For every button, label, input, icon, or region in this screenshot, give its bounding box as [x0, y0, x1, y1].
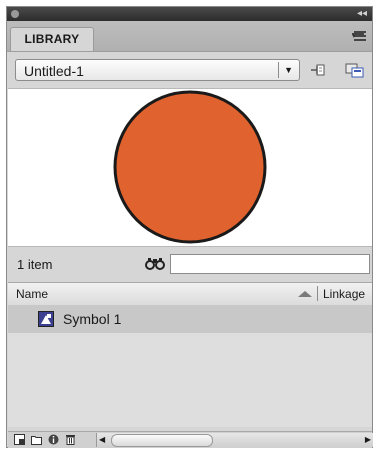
library-item-list: Symbol 1	[8, 305, 372, 427]
column-header-linkage[interactable]: Linkage	[323, 287, 365, 301]
collapse-icon[interactable]: ◂◂	[357, 7, 367, 21]
circle-shape	[113, 90, 267, 244]
properties-icon[interactable]	[48, 434, 59, 445]
list-item-label: Symbol 1	[63, 311, 122, 327]
tab-row: LIBRARY ▾	[7, 21, 372, 52]
sort-ascending-icon[interactable]	[298, 291, 312, 297]
new-symbol-icon[interactable]	[14, 434, 25, 445]
column-divider[interactable]	[317, 286, 318, 301]
tab-library[interactable]: LIBRARY	[10, 27, 94, 51]
horizontal-scrollbar[interactable]: ◀ ▶	[96, 433, 373, 447]
new-folder-icon[interactable]	[31, 434, 42, 445]
list-header: Name Linkage	[8, 282, 372, 306]
document-select[interactable]: Untitled-1 ▼	[15, 59, 300, 81]
close-icon[interactable]	[11, 10, 19, 18]
preview-canvas	[113, 90, 267, 244]
scroll-right-icon[interactable]: ▶	[365, 435, 371, 445]
chevron-down-icon: ▼	[284, 65, 293, 75]
document-select-value: Untitled-1	[24, 63, 84, 79]
symbol-preview	[8, 88, 372, 247]
document-row: Untitled-1 ▼	[7, 52, 372, 88]
list-item[interactable]: Symbol 1	[8, 305, 372, 333]
pin-library-icon[interactable]	[309, 62, 327, 78]
scroll-left-icon[interactable]: ◀	[99, 435, 105, 445]
panel-titlebar[interactable]: ◂◂	[7, 7, 372, 21]
select-divider	[278, 62, 279, 78]
search-row: 1 item	[7, 247, 372, 281]
delete-icon[interactable]	[65, 434, 76, 445]
search-input[interactable]	[170, 254, 370, 274]
new-library-panel-icon[interactable]	[345, 62, 365, 78]
graphic-symbol-icon	[38, 311, 54, 327]
panel-menu-icon[interactable]: ▾	[350, 29, 366, 41]
scroll-thumb[interactable]	[111, 434, 213, 447]
column-header-name[interactable]: Name	[16, 287, 48, 301]
library-panel: ◂◂ LIBRARY ▾ Untitled-1 ▼	[6, 6, 373, 448]
item-count: 1 item	[17, 257, 53, 272]
bottom-toolbar: ◀ ▶	[8, 431, 373, 448]
binoculars-icon	[145, 258, 165, 270]
